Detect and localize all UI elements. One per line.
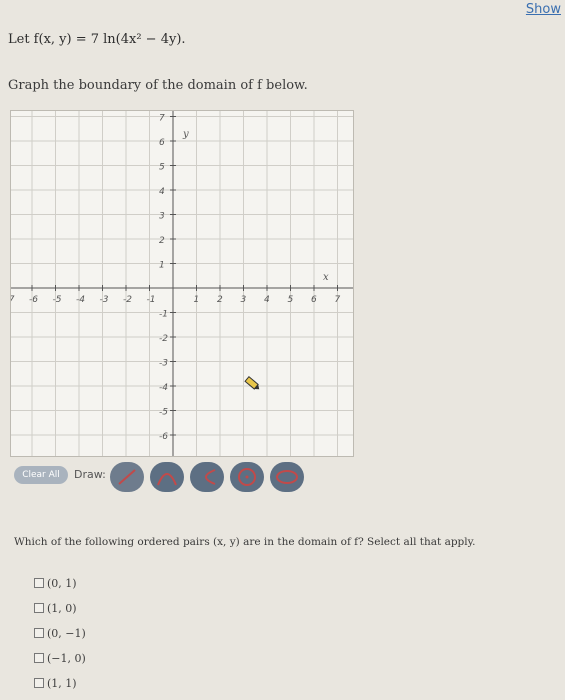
y-tick-label: -4: [159, 383, 168, 393]
y-tick-label: 4: [159, 187, 165, 197]
parabola-tool-button[interactable]: [150, 462, 184, 492]
x-tick-label: 6: [311, 295, 317, 305]
x-tick-label: -6: [29, 295, 38, 305]
y-tick-label: -3: [159, 359, 168, 369]
circle-tool-button[interactable]: [230, 462, 264, 492]
coordinate-grid[interactable]: -7 -6 -5 -4 -3 -2 -1 1 2 3 4 5 6 7 7 6 5 4 3 2 1 -1 -2 -3 -4 -5 -6…: [11, 111, 353, 456]
graph-prompt: Graph the boundary of the domain of f be…: [8, 78, 308, 93]
checkbox[interactable]: [34, 603, 44, 613]
checkbox[interactable]: [34, 653, 44, 663]
option-0[interactable]: (0, 1): [34, 572, 86, 594]
y-tick-label: 2: [159, 236, 165, 246]
graph-area[interactable]: -7 -6 -5 -4 -3 -2 -1 1 2 3 4 5 6 7 7 6 5 4 3 2 1 -1 -2 -3 -4 -5 -6…: [10, 110, 354, 457]
ellipse-icon: [276, 470, 298, 484]
curve-tool-button[interactable]: [190, 462, 224, 492]
domain-question: Which of the following ordered pairs (x,…: [14, 536, 476, 548]
y-tick-label: -6: [159, 432, 168, 442]
draw-label: Draw:: [74, 468, 106, 481]
x-tick-label: 2: [217, 295, 223, 305]
clear-all-button[interactable]: Clear All: [14, 466, 68, 484]
checkbox[interactable]: [34, 578, 44, 588]
option-4[interactable]: (1, 1): [34, 672, 86, 694]
x-tick-label: 3: [241, 295, 247, 305]
x-tick-label: 4: [264, 295, 270, 305]
x-tick-label: -2: [123, 295, 132, 305]
option-2[interactable]: (0, −1): [34, 622, 86, 644]
function-definition: Let f(x, y) = 7 ln(4x² − 4y).: [8, 32, 186, 47]
y-tick-label: 3: [159, 212, 165, 222]
y-axis-label: y: [182, 129, 189, 140]
y-tick-label: 6: [159, 138, 165, 148]
x-tick-label: -4: [76, 295, 85, 305]
answer-options: (0, 1) (1, 0) (0, −1) (−1, 0) (1, 1): [34, 572, 86, 697]
show-link[interactable]: Show: [526, 2, 561, 17]
line-tool-button[interactable]: [110, 462, 144, 492]
option-label: (−1, 0): [47, 651, 86, 665]
y-tick-label: -5: [159, 408, 168, 418]
x-tick-label: -3: [100, 295, 109, 305]
option-1[interactable]: (1, 0): [34, 597, 86, 619]
option-3[interactable]: (−1, 0): [34, 647, 86, 669]
line-icon: [118, 469, 136, 485]
option-label: (0, 1): [47, 576, 77, 590]
curve-icon: [205, 469, 216, 485]
checkbox[interactable]: [34, 678, 44, 688]
option-label: (1, 1): [47, 676, 77, 690]
circle-icon: [238, 468, 256, 486]
y-tick-label: -1: [159, 310, 168, 320]
option-label: (1, 0): [47, 601, 77, 615]
option-label: (0, −1): [47, 626, 86, 640]
x-axis-label: x: [323, 272, 329, 283]
y-tick-label: 1: [159, 261, 165, 271]
x-tick-label: -1: [147, 295, 156, 305]
x-tick-label: 5: [288, 295, 294, 305]
x-tick-label: -5: [53, 295, 62, 305]
x-tick-label: 7: [335, 295, 341, 305]
ellipse-tool-button[interactable]: [270, 462, 304, 492]
y-tick-label: 5: [159, 163, 165, 173]
x-tick-label: -7: [11, 295, 15, 305]
x-tick-label: 1: [194, 295, 200, 305]
checkbox[interactable]: [34, 628, 44, 638]
y-tick-label: -2: [159, 334, 168, 344]
parabola-icon: [157, 473, 177, 486]
pencil-cursor-icon: [244, 375, 260, 390]
y-tick-label: 7: [159, 114, 165, 124]
